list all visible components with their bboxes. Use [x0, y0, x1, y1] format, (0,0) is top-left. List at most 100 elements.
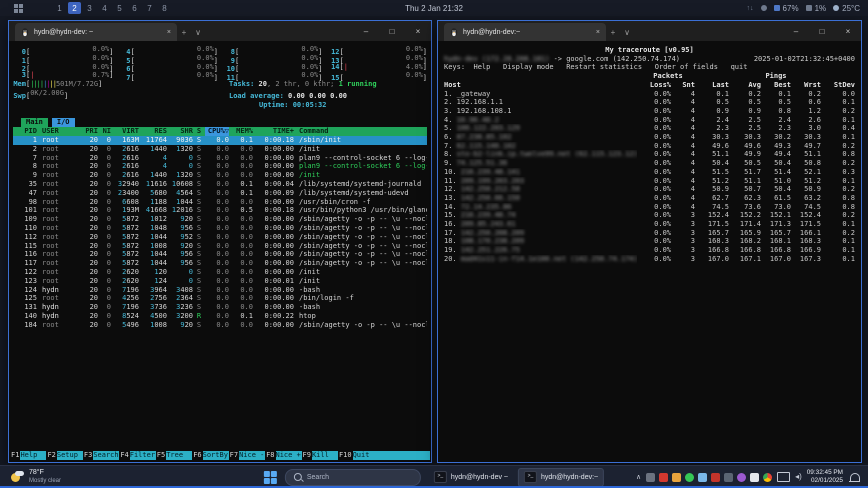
cpu-usage: 1%	[806, 4, 827, 13]
memory-icon	[774, 5, 780, 11]
fnkey-search[interactable]: F3Search	[83, 451, 119, 460]
workspace-button-5[interactable]: 5	[113, 2, 126, 14]
fnkey-filter[interactable]: F4Filter	[119, 451, 155, 460]
speaker-icon[interactable]: ◂)	[795, 473, 802, 481]
tray-app-5-icon[interactable]	[698, 473, 707, 482]
maximize-button[interactable]: □	[809, 21, 835, 41]
tray-app-4-icon[interactable]	[685, 473, 694, 482]
fnkey-tree[interactable]: F5Tree	[156, 451, 192, 460]
tab-close-icon[interactable]: ×	[167, 29, 171, 36]
tray-app-3-icon[interactable]	[672, 473, 681, 482]
process-row-pid-7[interactable]: 7root200261640S0.00.00:00.00plan9 --cont…	[13, 154, 427, 163]
tray-app-9-icon[interactable]	[750, 473, 759, 482]
notification-bell-icon[interactable]	[850, 473, 860, 482]
fnkey-setup[interactable]: F2Setup	[46, 451, 82, 460]
hop-row-16: 16. 209.85.243.610.0%3171.5171.4171.3171…	[444, 220, 855, 229]
cpu-grid: 0[0.0%]1[0.0%]2[0.0%]3[|0.7%]4[0.0%]5[0.…	[13, 45, 427, 80]
redacted-hop-host: 142.251.226.75	[461, 246, 520, 254]
left-titlebar[interactable]: hydn@hydn-dev: ~ × + ∨ – □ ×	[9, 21, 431, 41]
fnkey-kill[interactable]: F9Kill	[302, 451, 338, 460]
htop-tab-main[interactable]: Main	[21, 118, 48, 127]
fnkey-sortby[interactable]: F6SortBy	[192, 451, 228, 460]
process-row-pid-140[interactable]: 140hydn200852445003200R0.00.10:00.22htop	[13, 312, 427, 321]
workspace-button-8[interactable]: 8	[158, 2, 171, 14]
tray-app-10-icon[interactable]	[763, 473, 772, 482]
tux-penguin-icon	[450, 28, 458, 37]
workspace-button-4[interactable]: 4	[98, 2, 111, 14]
redacted-hop-host: 142.250.212.58	[461, 185, 520, 193]
taskbar-weather-widget[interactable]: 78°F Mostly clear	[0, 469, 61, 485]
weather-temp: 78°F	[29, 469, 61, 477]
new-tab-button[interactable]: +	[177, 23, 191, 41]
fnkey-nice-[interactable]: F8Nice +	[265, 451, 301, 460]
workspace-button-3[interactable]: 3	[83, 2, 96, 14]
workspace-button-7[interactable]: 7	[143, 2, 156, 14]
process-row-pid-116[interactable]: 116root20058721044956S0.00.00:00.00/sbin…	[13, 250, 427, 259]
network-activity-icon: ↑↓	[747, 5, 754, 12]
process-row-pid-98[interactable]: 98root200660811881044S0.00.00:00.00/usr/…	[13, 198, 427, 207]
process-row-pid-112[interactable]: 112root20058721044952S0.00.00:00.00/sbin…	[13, 233, 427, 242]
process-row-pid-35[interactable]: 35root200329401161610608S0.00.10:00.04/l…	[13, 180, 427, 189]
cpu-meter-3: 3[|0.7%]	[13, 71, 114, 80]
close-button[interactable]: ×	[405, 21, 431, 41]
process-row-pid-131[interactable]: 131hydn200719637363236S0.00.00:00.00-bas…	[13, 303, 427, 312]
htop-tab-io[interactable]: I/O	[52, 118, 75, 127]
tray-app-1-icon[interactable]	[646, 473, 655, 482]
minimize-button[interactable]: –	[783, 21, 809, 41]
new-tab-button[interactable]: +	[606, 23, 620, 41]
tab-dropdown-button[interactable]: ∨	[620, 23, 634, 41]
right-titlebar[interactable]: hydn@hydn-dev:~ × + ∨ – □ ×	[438, 21, 861, 41]
tray-app-7-icon[interactable]	[724, 473, 733, 482]
desktop: 12345678 Thu 2 Jan 21:32 ↑↓ 67% 1% 25°C …	[0, 0, 868, 488]
process-table-header[interactable]: PID USER PRI NI VIRT RES SHR S CPU%▽ MEM…	[13, 127, 427, 136]
process-row-pid-122[interactable]: 122root20026201200S0.00.00:00.00/init	[13, 268, 427, 277]
workspace-button-6[interactable]: 6	[128, 2, 141, 14]
taskbar-app-2[interactable]: >_hydn@hydn-dev:~	[518, 468, 604, 487]
process-row-pid-2[interactable]: 2root200261614401320S0.00.00:00.00/init	[13, 145, 427, 154]
cpu-meter-2: 2[0.0%]	[13, 63, 114, 72]
mtr-keys-menu[interactable]: Keys: Help Display mode Restart statisti…	[444, 63, 855, 72]
sort-column-cpu[interactable]: CPU%▽	[205, 127, 229, 136]
close-button[interactable]: ×	[835, 21, 861, 41]
taskbar-app-1[interactable]: >_hydn@hydn-dev ~	[429, 469, 513, 486]
hop-host: 192.168.108.1	[457, 107, 512, 115]
display-icon[interactable]	[777, 472, 790, 482]
workspace-button-1[interactable]: 1	[53, 2, 66, 14]
taskbar-clock[interactable]: 09:32:45 PM 02/01/2025	[807, 469, 843, 485]
process-row-pid-184[interactable]: 184root20054961008920S0.00.00:00.00/sbin…	[13, 321, 427, 330]
search-icon	[294, 473, 302, 481]
temperature-widget: 25°C	[833, 4, 860, 13]
process-row-pid-109[interactable]: 109root20058721012920S0.00.00:00.00/sbin…	[13, 215, 427, 224]
process-row-pid-1[interactable]: 1root200163M117649036S0.00.10:00.18/sbin…	[13, 136, 427, 145]
fnkey-nice-[interactable]: F7Nice -	[229, 451, 265, 460]
search-input[interactable]: Search	[285, 469, 421, 486]
minimize-button[interactable]: –	[353, 21, 379, 41]
process-row-pid-101[interactable]: 101root200193M4166812016S0.00.50:00.18/u…	[13, 206, 427, 215]
process-row-pid-124[interactable]: 124hydn200719639643408S0.00.00:00.00-bas…	[13, 286, 427, 295]
fnkey-help[interactable]: F1Help	[10, 451, 46, 460]
tasks-summary: Tasks: 20, 2 thr, 0 kthr; 1 running	[221, 80, 377, 89]
maximize-button[interactable]: □	[379, 21, 405, 41]
tray-app-8-icon[interactable]	[737, 473, 746, 482]
process-row-pid-9[interactable]: 9root200261614401320S0.00.00:00.00/init	[13, 171, 427, 180]
process-row-pid-125[interactable]: 125root200425627562364S0.00.00:00.00/bin…	[13, 294, 427, 303]
tux-penguin-icon	[21, 28, 29, 37]
tab-close-icon[interactable]: ×	[596, 29, 600, 36]
tray-app-2-icon[interactable]	[659, 473, 668, 482]
workspace-button-2[interactable]: 2	[68, 2, 81, 14]
right-terminal-tab[interactable]: hydn@hydn-dev:~ ×	[444, 23, 606, 41]
hidden-icons-chevron[interactable]: ∧	[636, 473, 641, 481]
tray-app-6-icon[interactable]	[711, 473, 720, 482]
hop-row-19: 19. 142.251.226.750.0%3166.8166.8166.816…	[444, 246, 855, 255]
left-terminal-tab[interactable]: hydn@hydn-dev: ~ ×	[15, 23, 177, 41]
process-row-pid-123[interactable]: 123root20026201240S0.00.00:00.01/init	[13, 277, 427, 286]
process-row-pid-115[interactable]: 115root20058721008920S0.00.00:00.00/sbin…	[13, 242, 427, 251]
process-row-pid-117[interactable]: 117root20058721044956S0.00.00:00.00/sbin…	[13, 259, 427, 268]
process-row-pid-110[interactable]: 110root20058721048956S0.00.00:00.00/sbin…	[13, 224, 427, 233]
fnkey-quit[interactable]: F10Quit	[338, 451, 379, 460]
start-button[interactable]	[264, 471, 277, 484]
tab-dropdown-button[interactable]: ∨	[191, 23, 205, 41]
process-row-pid-8[interactable]: 8root200261640S0.00.00:00.00plan9 --cont…	[13, 162, 427, 171]
htop-function-bar: F1HelpF2SetupF3SearchF4FilterF5TreeF6Sor…	[10, 451, 430, 460]
process-row-pid-47[interactable]: 47root2002340056804564S0.00.10:00.09/lib…	[13, 189, 427, 198]
